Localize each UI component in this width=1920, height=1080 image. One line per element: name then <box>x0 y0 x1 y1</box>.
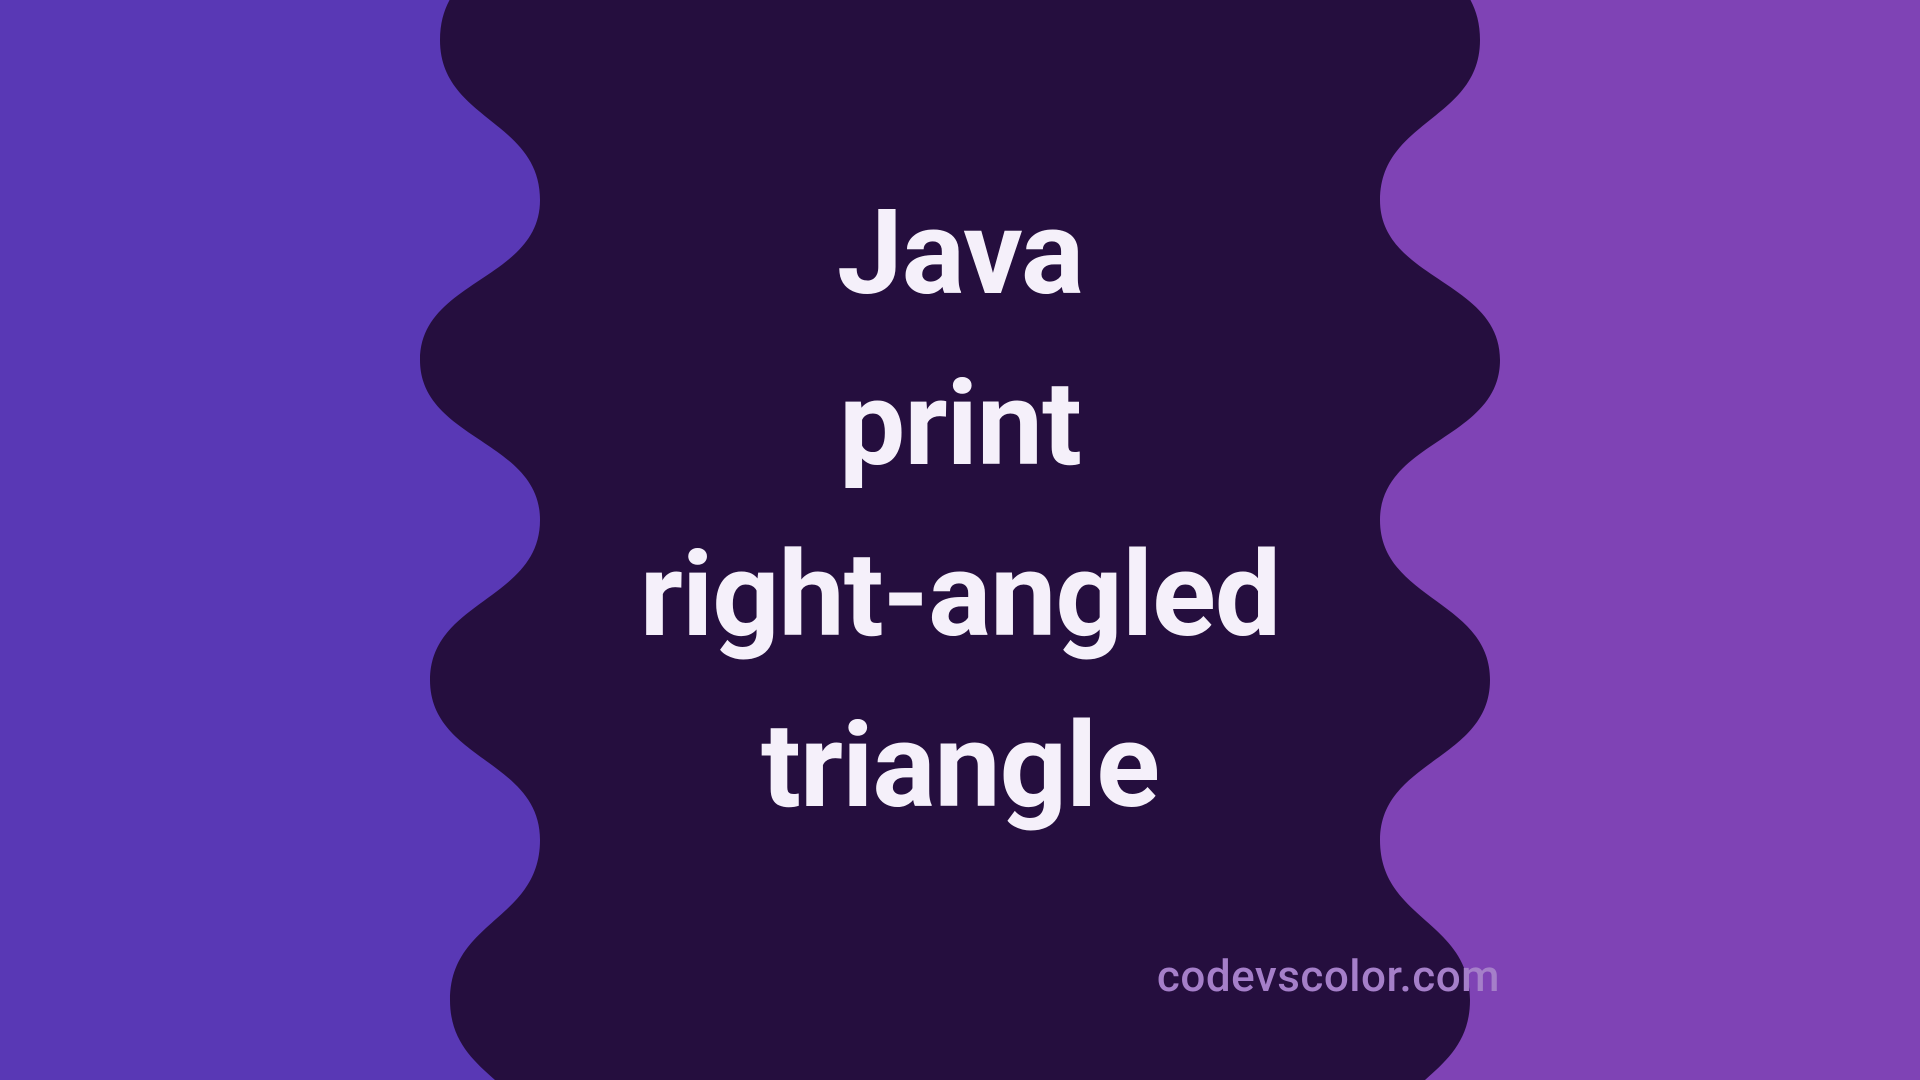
title-line-3: right-angled <box>640 510 1280 681</box>
title-line-2: print <box>839 339 1081 510</box>
watermark-text: codevscolor.com <box>1157 950 1500 1002</box>
title-line-4: triangle <box>761 681 1159 852</box>
banner-canvas: Java print right-angled triangle codevsc… <box>0 0 1920 1080</box>
title-block: Java print right-angled triangle <box>0 0 1920 1080</box>
title-line-1: Java <box>837 168 1083 339</box>
